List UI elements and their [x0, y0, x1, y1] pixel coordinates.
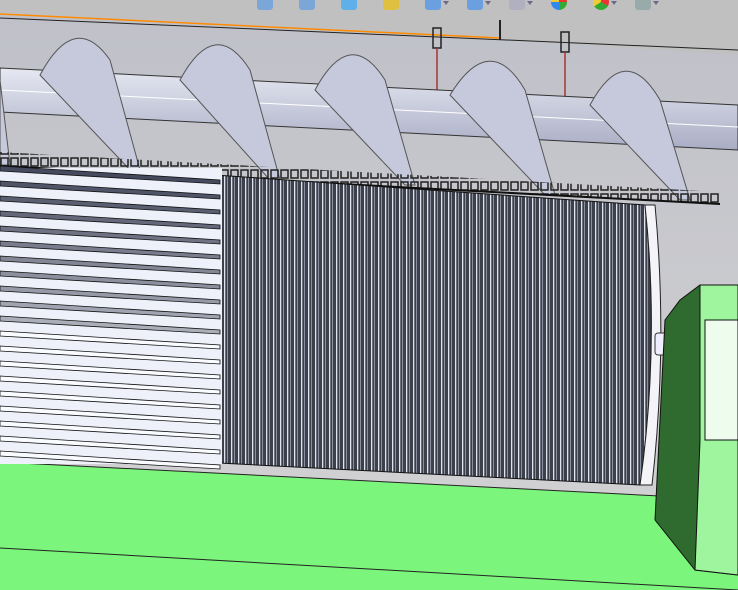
cad-3d-viewport[interactable] — [0, 0, 738, 590]
motor-housing — [654, 284, 738, 576]
section-view-button[interactable] — [381, 0, 411, 13]
previous-view-button[interactable] — [339, 0, 369, 13]
display-style-icon — [467, 0, 483, 10]
hide-show-items-button[interactable] — [507, 0, 537, 13]
previous-view-icon — [341, 0, 357, 10]
screen-drum — [194, 174, 662, 486]
chevron-down-icon[interactable] — [443, 1, 449, 5]
zoom-to-fit-icon — [257, 0, 273, 10]
display-style-button[interactable] — [465, 0, 495, 13]
zoom-to-fit-button[interactable] — [255, 0, 285, 13]
zoom-to-area-icon — [299, 0, 315, 10]
edit-appearance-button[interactable] — [549, 0, 579, 13]
apply-scene-button[interactable] — [591, 0, 621, 13]
chevron-down-icon[interactable] — [611, 1, 617, 5]
chevron-down-icon[interactable] — [527, 1, 533, 5]
hide-show-items-icon — [509, 0, 525, 10]
section-view-icon — [383, 0, 399, 10]
view-orientation-button[interactable] — [423, 0, 453, 13]
chevron-down-icon[interactable] — [485, 1, 491, 5]
view-orientation-icon — [425, 0, 441, 10]
edit-appearance-icon — [551, 0, 567, 10]
view-toolbar — [255, 0, 738, 13]
apply-scene-icon — [593, 0, 609, 10]
chevron-down-icon[interactable] — [653, 1, 659, 5]
view-settings-button[interactable] — [633, 0, 663, 13]
fin-section — [0, 165, 222, 470]
view-settings-icon — [635, 0, 651, 10]
zoom-to-area-button[interactable] — [297, 0, 327, 13]
